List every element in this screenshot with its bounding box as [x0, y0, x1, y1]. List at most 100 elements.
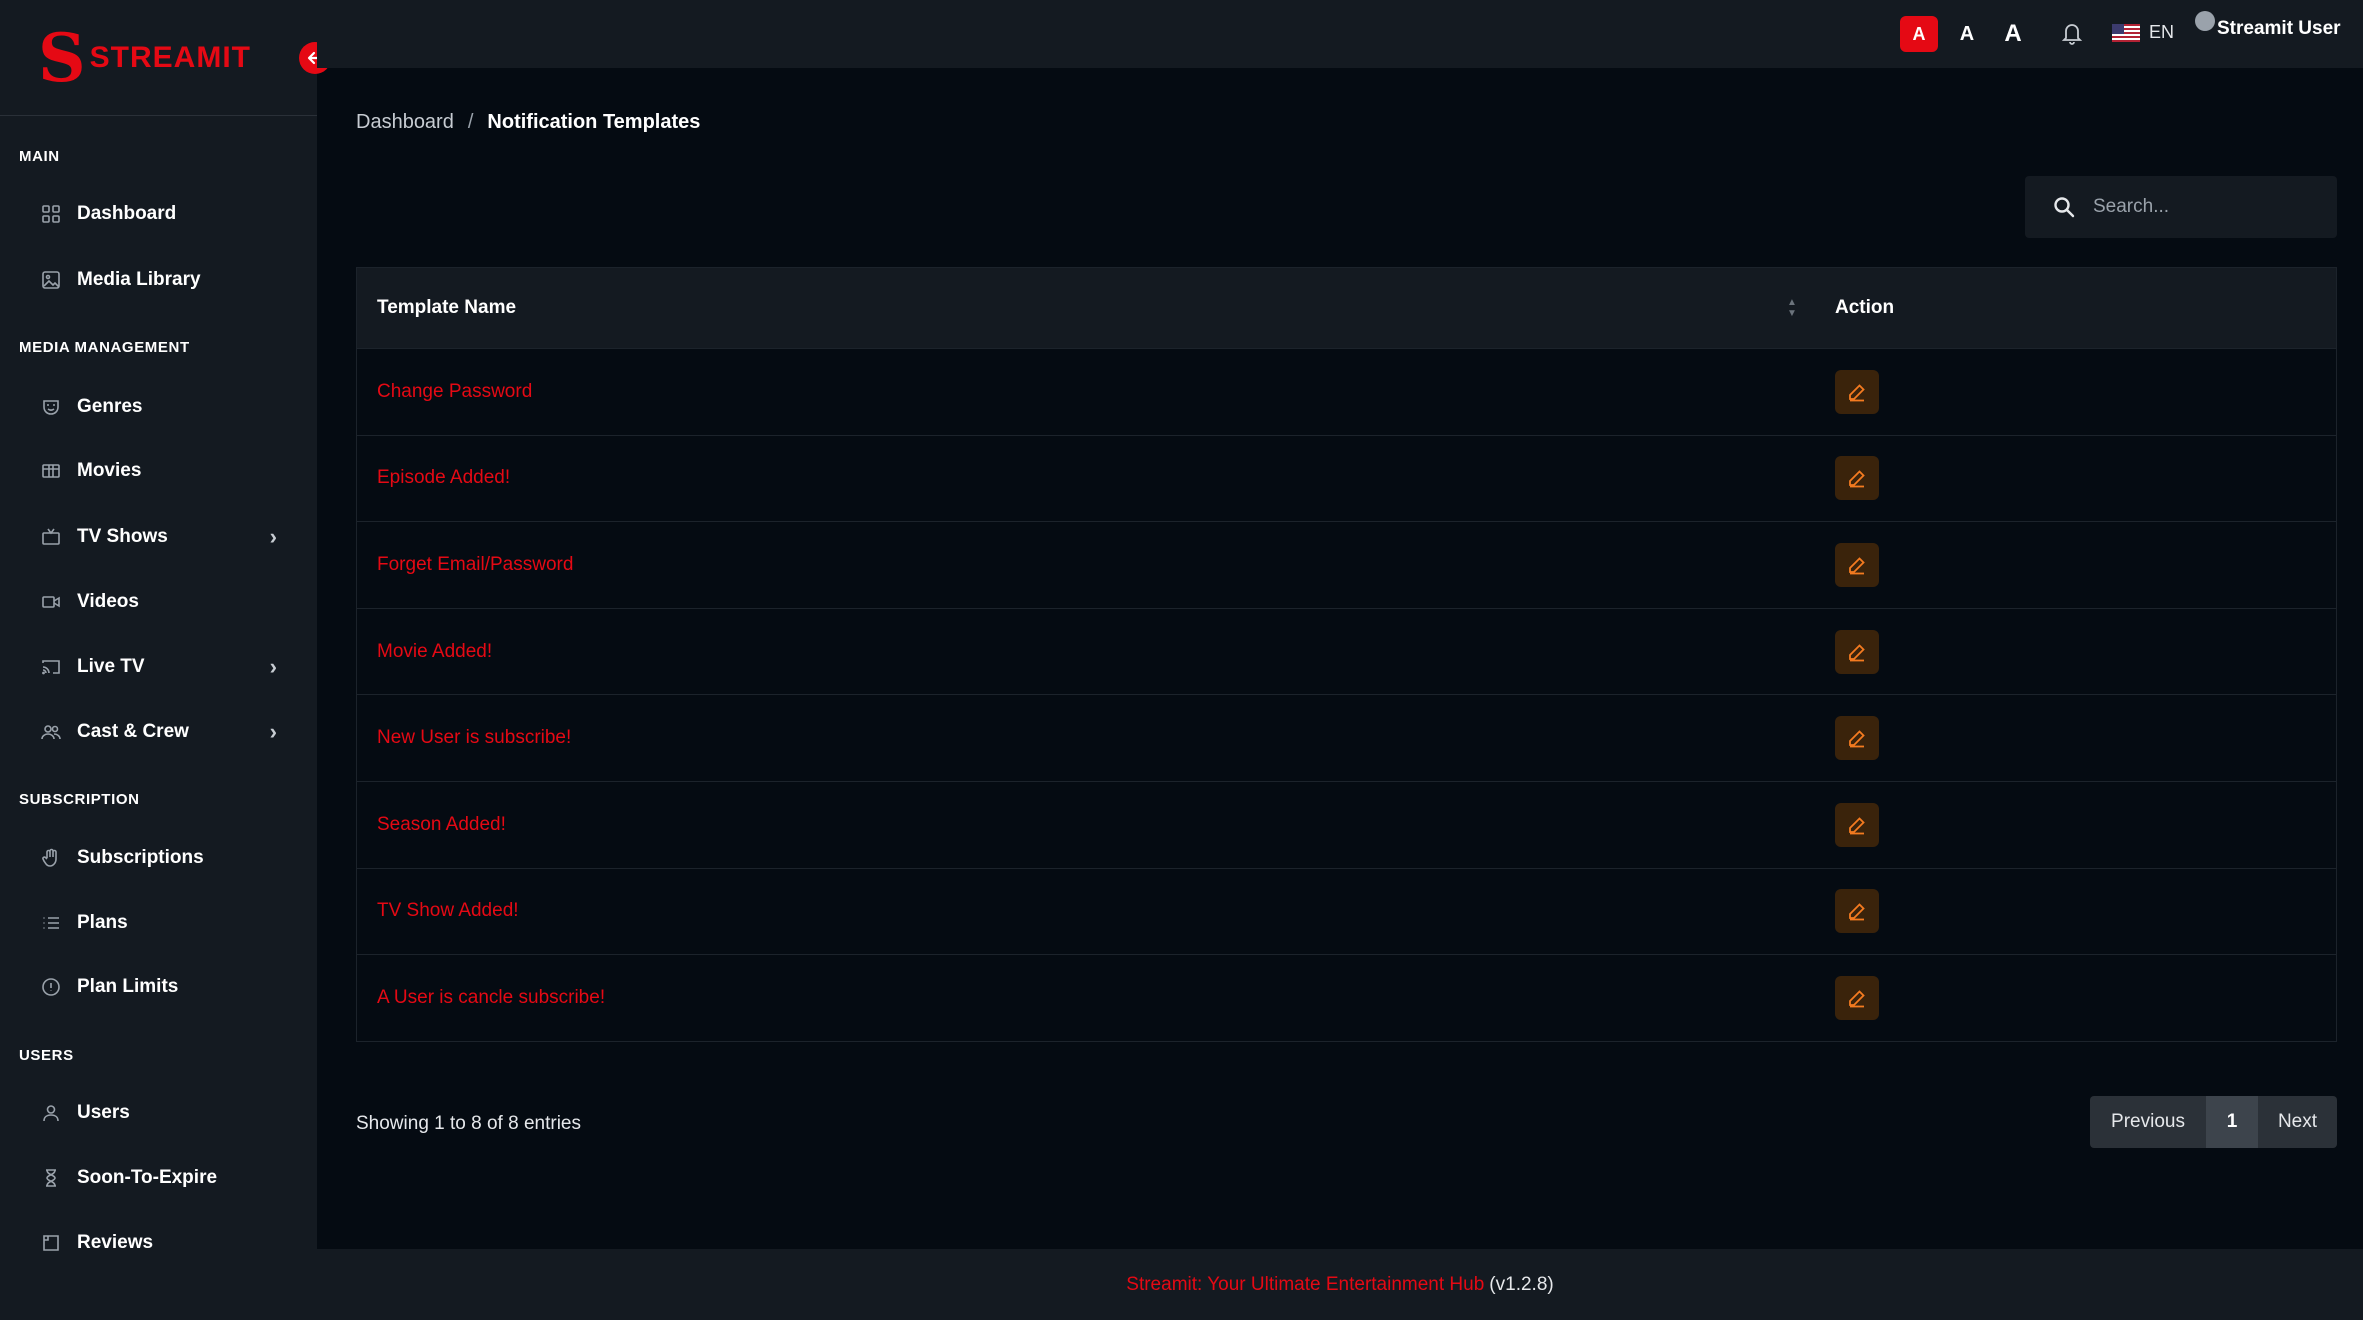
sidebar-item-users[interactable]: Users [0, 1087, 317, 1139]
sidebar-item-plans[interactable]: Plans [0, 897, 317, 949]
edit-icon [1849, 384, 1865, 402]
sidebar-item-reviews[interactable]: Reviews [0, 1217, 317, 1269]
search-box [2025, 176, 2337, 238]
edit-button[interactable] [1835, 542, 1879, 587]
table-row: TV Show Added! [357, 867, 2336, 955]
edit-icon [1849, 990, 1865, 1008]
table-row: Change Password [357, 348, 2336, 435]
table-row: A User is cancle subscribe! [357, 954, 2336, 1041]
entries-summary: Showing 1 to 8 of 8 entries [356, 1113, 581, 1134]
sidebar-item-label: Reviews [77, 1232, 154, 1253]
sidebar-item-cast-crew[interactable]: Cast & Crew › [0, 706, 317, 758]
table-row: Forget Email/Password [357, 521, 2336, 608]
font-size-large-button[interactable]: A [1997, 16, 2029, 52]
language-selector[interactable]: EN [2112, 22, 2174, 43]
user-name: Streamit User [2217, 18, 2341, 39]
template-link[interactable]: Movie Added! [377, 641, 492, 663]
notification-bell-icon[interactable] [2060, 20, 2086, 48]
sidebar-item-label: Videos [77, 591, 139, 612]
image-icon [40, 269, 62, 291]
edit-button[interactable] [1835, 456, 1879, 501]
sidebar-item-label: TV Shows [77, 526, 168, 547]
sidebar-item-live-tv[interactable]: Live TV › [0, 641, 317, 693]
breadcrumb-home-link[interactable]: Dashboard [356, 111, 454, 134]
brand-logo[interactable]: S STREAMIT [0, 0, 331, 116]
table-row: Season Added! [357, 780, 2336, 868]
sidebar-item-media-library[interactable]: Media Library [0, 254, 317, 306]
sidebar-item-soon-to-expire[interactable]: Soon-To-Expire [0, 1152, 317, 1204]
template-link[interactable]: Episode Added! [377, 467, 510, 489]
footer: Streamit: Your Ultimate Entertainment Hu… [317, 1249, 2363, 1320]
edit-icon [1849, 730, 1865, 748]
sidebar-item-label: Genres [77, 396, 143, 417]
column-header-template-name[interactable]: Template Name [377, 297, 516, 319]
table-row: Episode Added! [357, 434, 2336, 522]
template-link[interactable]: Change Password [377, 381, 532, 403]
sidebar-section-media-management: MEDIA MANAGEMENT [19, 339, 190, 356]
review-icon [40, 1232, 62, 1254]
edit-button[interactable] [1835, 629, 1879, 674]
tv-icon [40, 526, 62, 548]
column-header-action: Action [1835, 297, 1895, 318]
previous-page-button[interactable]: Previous [2090, 1096, 2206, 1148]
film-icon [40, 460, 62, 482]
sidebar-item-label: Media Library [77, 269, 201, 290]
topbar: A A A EN Streamit User [317, 0, 2363, 68]
info-circle-icon [40, 976, 62, 998]
mask-icon [40, 396, 62, 418]
table-row: New User is subscribe! [357, 694, 2336, 781]
font-size-medium-button[interactable]: A [1952, 16, 1982, 52]
sidebar-item-videos[interactable]: Videos [0, 576, 317, 628]
users-icon [40, 721, 62, 743]
sidebar-item-tv-shows[interactable]: TV Shows › [0, 511, 317, 563]
sidebar-item-label: Movies [77, 460, 142, 481]
edit-icon [1849, 557, 1865, 575]
edit-icon [1849, 816, 1865, 835]
edit-button[interactable] [1835, 716, 1879, 761]
brand-name: STREAMIT [89, 40, 251, 74]
avatar [2195, 11, 2215, 31]
edit-icon [1849, 643, 1865, 661]
sidebar-section-users: USERS [19, 1047, 74, 1064]
user-icon [40, 1102, 62, 1124]
chevron-right-icon: › [269, 654, 277, 679]
font-size-small-button[interactable]: A [1900, 16, 1938, 52]
sort-icon[interactable]: ▲ ▼ [1787, 297, 1797, 319]
breadcrumb-separator: / [467, 111, 474, 133]
brand-logo-mark: S [38, 18, 86, 97]
sidebar-item-label: Live TV [77, 656, 145, 677]
footer-link[interactable]: Streamit: Your Ultimate Entertainment Hu… [1126, 1274, 1484, 1296]
page-1-button[interactable]: 1 [2206, 1096, 2258, 1148]
user-menu[interactable]: Streamit User [2195, 11, 2341, 40]
hand-icon [40, 847, 62, 869]
next-page-button[interactable]: Next [2258, 1096, 2337, 1148]
chevron-right-icon: › [269, 719, 277, 744]
search-input[interactable] [2093, 196, 2323, 218]
sidebar-item-label: Subscriptions [77, 847, 204, 868]
template-link[interactable]: New User is subscribe! [377, 727, 571, 749]
edit-icon [1849, 470, 1865, 488]
template-link[interactable]: Season Added! [377, 814, 506, 836]
template-link[interactable]: TV Show Added! [377, 900, 519, 922]
sidebar-item-movies[interactable]: Movies [0, 445, 317, 497]
sidebar-item-label: Cast & Crew [77, 721, 189, 742]
edit-button[interactable] [1835, 369, 1879, 414]
sidebar-item-plan-limits[interactable]: Plan Limits [0, 961, 317, 1013]
sidebar: S STREAMIT MAIN Dashboard Media Library … [0, 0, 331, 1320]
edit-button[interactable] [1835, 975, 1879, 1020]
sidebar-item-label: Plan Limits [77, 976, 179, 997]
edit-button[interactable] [1835, 802, 1879, 847]
template-link[interactable]: Forget Email/Password [377, 554, 573, 576]
dashboard-icon [40, 203, 62, 225]
sidebar-item-label: Users [77, 1102, 130, 1123]
sidebar-item-label: Soon-To-Expire [77, 1167, 218, 1188]
breadcrumb-current: Notification Templates [487, 111, 701, 133]
template-link[interactable]: A User is cancle subscribe! [377, 987, 605, 1009]
sidebar-item-dashboard[interactable]: Dashboard [0, 188, 317, 240]
table-header: Template Name ▲ ▼ Action [357, 268, 2336, 348]
sidebar-item-label: Plans [77, 912, 128, 933]
sidebar-item-genres[interactable]: Genres [0, 381, 317, 433]
edit-button[interactable] [1835, 889, 1879, 934]
sidebar-item-subscriptions[interactable]: Subscriptions [0, 832, 317, 884]
sidebar-item-label: Dashboard [77, 203, 177, 224]
